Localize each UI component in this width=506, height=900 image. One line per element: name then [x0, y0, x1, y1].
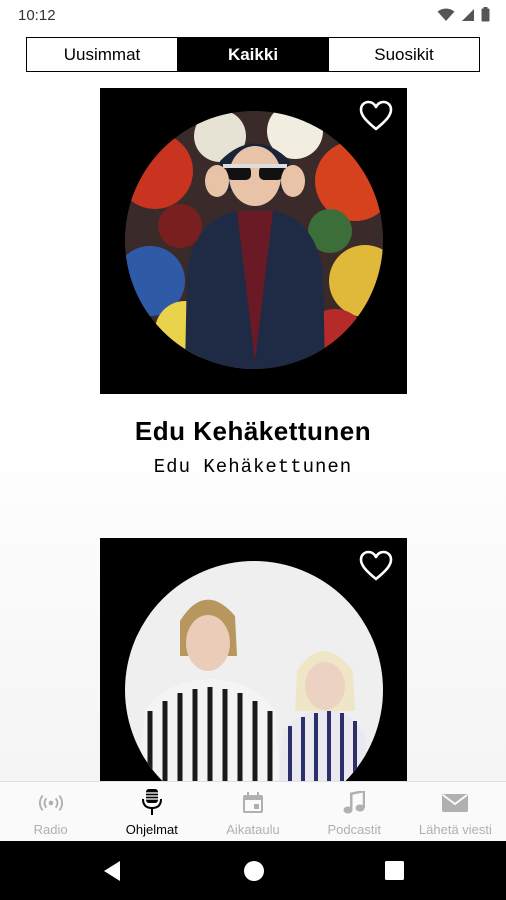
- nav-ohjelmat[interactable]: Ohjelmat: [101, 782, 202, 842]
- battery-icon: [481, 7, 490, 27]
- program-filter-tabs: Uusimmat Kaikki Suosikit: [26, 37, 480, 72]
- host-photo: [125, 561, 383, 781]
- tab-suosikit[interactable]: Suosikit: [328, 38, 479, 71]
- signal-icon: [461, 8, 475, 27]
- back-icon[interactable]: [102, 860, 122, 887]
- program-artwork[interactable]: [100, 538, 407, 781]
- wifi-icon: [437, 8, 455, 27]
- nav-aikataulu-label: Aikataulu: [226, 822, 280, 837]
- status-icons: [437, 7, 490, 27]
- nav-ohjelmat-label: Ohjelmat: [125, 822, 178, 837]
- nav-aikataulu[interactable]: Aikataulu: [202, 782, 303, 842]
- system-navigation-bar: [0, 841, 506, 900]
- favorite-heart-icon[interactable]: [359, 100, 393, 132]
- program-host: Edu Kehäkettunen: [153, 456, 353, 478]
- nav-radio-label: Radio: [33, 822, 68, 837]
- program-artwork[interactable]: [100, 88, 407, 394]
- envelope-icon: [442, 790, 469, 816]
- status-time: 10:12: [18, 7, 56, 24]
- bottom-navigation: Radio Ohjelmat Aikataulu Podcastit Lähet…: [0, 781, 506, 842]
- program-card[interactable]: [0, 528, 506, 781]
- music-note-icon: [341, 790, 367, 816]
- status-bar: 10:12: [0, 0, 506, 30]
- recents-icon[interactable]: [385, 861, 404, 885]
- nav-podcastit-label: Podcastit: [327, 822, 381, 837]
- tab-kaikki[interactable]: Kaikki: [177, 38, 328, 71]
- program-list[interactable]: Edu Kehäkettunen Edu Kehäkettunen: [0, 78, 506, 781]
- nav-radio[interactable]: Radio: [0, 782, 101, 842]
- microphone-icon: [139, 789, 165, 816]
- program-card[interactable]: Edu Kehäkettunen Edu Kehäkettunen: [0, 78, 506, 498]
- nav-podcastit[interactable]: Podcastit: [304, 782, 405, 842]
- tab-uusimmat[interactable]: Uusimmat: [27, 38, 177, 71]
- favorite-heart-icon[interactable]: [359, 550, 393, 582]
- nav-laheta-viesti-label: Lähetä viesti: [418, 822, 492, 837]
- host-photo: [125, 111, 383, 369]
- home-icon[interactable]: [243, 860, 265, 887]
- calendar-icon: [240, 790, 266, 816]
- nav-laheta-viesti[interactable]: Lähetä viesti: [405, 782, 506, 842]
- radio-waves-icon: [38, 790, 64, 816]
- program-title[interactable]: Edu Kehäkettunen: [0, 416, 506, 447]
